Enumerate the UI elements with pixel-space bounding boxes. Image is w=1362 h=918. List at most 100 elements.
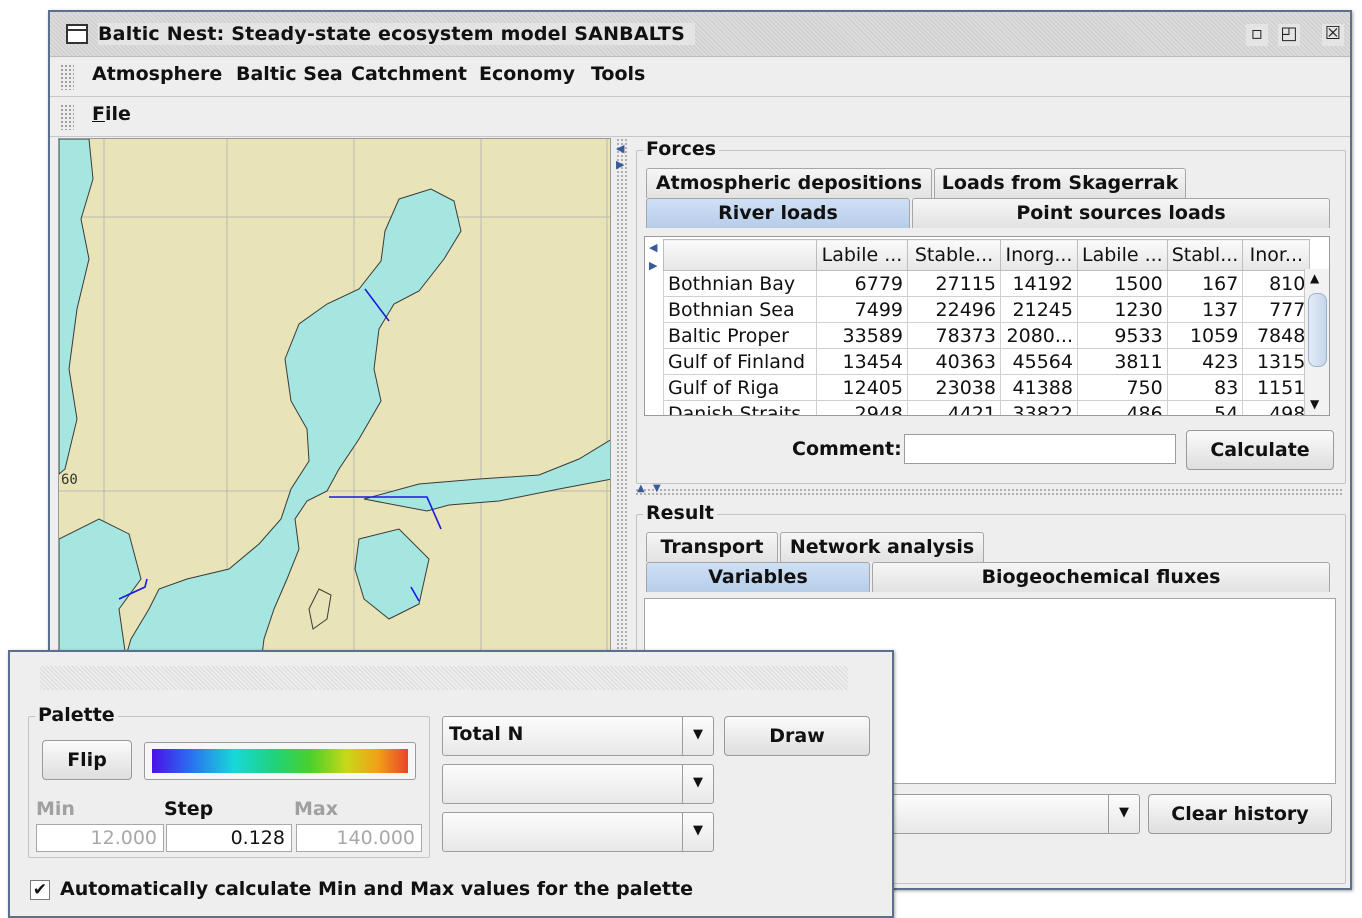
chevron-down-icon[interactable]: ▼ [1108, 795, 1139, 833]
step-field[interactable]: 0.128 [166, 824, 292, 852]
table-cell[interactable]: Bothnian Sea [663, 296, 817, 323]
baltic-map[interactable]: 60 [58, 138, 611, 678]
comment-input[interactable] [904, 434, 1176, 464]
tab-variables[interactable]: Variables [646, 562, 870, 592]
table-left-arrow-icon[interactable]: ◀ [649, 241, 657, 254]
table-cell[interactable]: 137 [1166, 296, 1244, 323]
split-up-arrow-icon[interactable]: ▲ [637, 483, 645, 494]
menu-baltic-sea[interactable]: Baltic Sea [236, 63, 343, 85]
col-header-3[interactable]: Inorg... [1000, 239, 1078, 271]
vertical-splitter[interactable]: ◀ ▶ [616, 138, 628, 678]
col-header-2[interactable]: Stable... [907, 239, 1001, 271]
tab-biogeochemical-fluxes[interactable]: Biogeochemical fluxes [872, 562, 1330, 592]
split-right-arrow-icon[interactable]: ▶ [616, 158, 624, 171]
table-cell[interactable]: 498 [1242, 400, 1311, 415]
minimize-icon[interactable]: ▫ [1246, 24, 1268, 46]
table-cell[interactable]: 2948 [816, 400, 908, 415]
table-cell[interactable]: 45564 [1000, 348, 1078, 375]
scroll-down-icon[interactable]: ▼ [1310, 397, 1319, 411]
third-select[interactable]: ▼ [442, 812, 714, 852]
tab-river-loads[interactable]: River loads [646, 198, 910, 228]
tab-point-sources-loads[interactable]: Point sources loads [912, 198, 1330, 228]
scroll-up-icon[interactable]: ▲ [1310, 271, 1319, 285]
table-cell[interactable]: 750 [1077, 374, 1168, 401]
menu-tools[interactable]: Tools [591, 63, 645, 85]
horizontal-splitter[interactable]: ▲ ▼ [635, 483, 1344, 496]
table-cell[interactable]: 2080... [1000, 322, 1078, 349]
table-cell[interactable]: Gulf of Riga [663, 374, 817, 401]
close-icon[interactable]: ☒ [1322, 24, 1344, 46]
palette-gradient[interactable] [144, 742, 416, 780]
chevron-down-icon[interactable]: ▼ [682, 765, 713, 803]
table-cell[interactable]: 3811 [1077, 348, 1168, 375]
table-cell[interactable]: 54 [1166, 400, 1244, 415]
variable-select[interactable]: Total N ▼ [442, 716, 714, 756]
menu-atmosphere[interactable]: Atmosphere [92, 63, 222, 85]
table-right-arrow-icon[interactable]: ▶ [649, 259, 657, 272]
table-row[interactable]: Bothnian Bay 6779 27115 14192 1500 167 8… [663, 270, 1311, 297]
flip-button[interactable]: Flip [42, 740, 132, 780]
table-cell[interactable]: 777 [1242, 296, 1311, 323]
col-header-4[interactable]: Labile ... [1077, 239, 1168, 271]
auto-minmax-label[interactable]: Automatically calculate Min and Max valu… [60, 878, 693, 900]
draw-button[interactable]: Draw [724, 716, 870, 756]
table-cell[interactable]: 40363 [907, 348, 1001, 375]
table-cell[interactable]: 9533 [1077, 322, 1168, 349]
table-cell[interactable]: 21245 [1000, 296, 1078, 323]
table-cell[interactable]: 12405 [816, 374, 908, 401]
menu-economy[interactable]: Economy [479, 63, 575, 85]
table-cell[interactable]: 6779 [816, 270, 908, 297]
table-cell[interactable]: 13454 [816, 348, 908, 375]
col-header-1[interactable]: Labile ... [816, 239, 908, 271]
auto-minmax-checkbox[interactable]: ✔ [30, 880, 50, 900]
history-select[interactable]: ▼ [870, 794, 1140, 834]
table-cell[interactable]: 14192 [1000, 270, 1078, 297]
split-down-arrow-icon[interactable]: ▼ [653, 483, 661, 494]
table-cell[interactable]: 1315 [1242, 348, 1311, 375]
title-bar[interactable]: Baltic Nest: Steady-state ecosystem mode… [50, 12, 1350, 57]
tab-network-analysis[interactable]: Network analysis [780, 532, 984, 562]
table-cell[interactable]: Baltic Proper [663, 322, 817, 349]
clear-history-button[interactable]: Clear history [1148, 794, 1332, 834]
table-row[interactable]: Danish Straits 2948 4421 33822 486 54 49… [663, 400, 1311, 415]
palette-window-titlebar[interactable] [40, 666, 848, 690]
table-cell[interactable]: 23038 [907, 374, 1001, 401]
calculate-button[interactable]: Calculate [1186, 430, 1334, 470]
tab-transport[interactable]: Transport [646, 532, 778, 562]
scrollbar-thumb[interactable] [1308, 293, 1327, 367]
menu-catchment[interactable]: Catchment [351, 63, 467, 85]
table-cell[interactable]: 1230 [1077, 296, 1168, 323]
col-header-6[interactable]: Inor... [1242, 239, 1311, 271]
table-cell[interactable]: Danish Straits [663, 400, 817, 415]
table-cell[interactable]: 33589 [816, 322, 908, 349]
split-left-arrow-icon[interactable]: ◀ [616, 142, 624, 155]
tab-loads-from-skagerrak[interactable]: Loads from Skagerrak [934, 168, 1186, 198]
chevron-down-icon[interactable]: ▼ [682, 813, 713, 851]
table-cell[interactable]: 423 [1166, 348, 1244, 375]
table-cell[interactable]: Gulf of Finland [663, 348, 817, 375]
table-cell[interactable]: 33822 [1000, 400, 1078, 415]
table-cell[interactable]: 4421 [907, 400, 1001, 415]
toolbar-grip[interactable] [60, 104, 74, 130]
max-field[interactable]: 140.000 [296, 824, 422, 852]
table-cell[interactable]: 167 [1166, 270, 1244, 297]
menu-file[interactable]: File [92, 103, 131, 125]
min-field[interactable]: 12.000 [36, 824, 164, 852]
tab-atmospheric-depositions[interactable]: Atmospheric depositions [646, 168, 932, 198]
second-select[interactable]: ▼ [442, 764, 714, 804]
col-header-basin[interactable] [663, 239, 817, 271]
table-cell[interactable]: 1500 [1077, 270, 1168, 297]
table-cell[interactable]: 83 [1166, 374, 1244, 401]
table-cell[interactable]: 27115 [907, 270, 1001, 297]
table-cell[interactable]: 22496 [907, 296, 1001, 323]
table-row[interactable]: Gulf of Riga 12405 23038 41388 750 83 11… [663, 374, 1311, 401]
col-header-5[interactable]: Stabl... [1166, 239, 1244, 271]
table-cell[interactable]: 7848 [1242, 322, 1311, 349]
menubar-grip[interactable] [60, 64, 74, 90]
chevron-down-icon[interactable]: ▼ [682, 717, 713, 755]
table-cell[interactable]: 78373 [907, 322, 1001, 349]
table-row[interactable]: Gulf of Finland 13454 40363 45564 3811 4… [663, 348, 1311, 375]
table-cell[interactable]: 1059 [1166, 322, 1244, 349]
table-cell[interactable]: 810 [1242, 270, 1311, 297]
table-cell[interactable]: 41388 [1000, 374, 1078, 401]
